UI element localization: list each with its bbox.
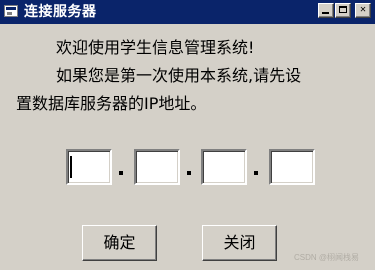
ip-octet-4-input[interactable] [269, 149, 315, 185]
window-title: 连接服务器 [24, 4, 97, 20]
connect-server-dialog: 连接服务器 ✕ 欢迎使用学生信息管理系统! 如果您是第一次使用本系统,请先设 置… [0, 0, 375, 270]
ip-octet-3-input[interactable] [201, 149, 247, 185]
ip-octet-2-input[interactable] [134, 149, 180, 185]
close-window-button[interactable]: ✕ [355, 3, 371, 18]
instruction-line-1: 如果您是第一次使用本系统,请先设 [56, 66, 302, 85]
ip-separator-dot [187, 171, 191, 175]
close-icon: ✕ [359, 4, 367, 15]
ip-separator-dot [119, 171, 123, 175]
ip-octet-1-input[interactable] [66, 149, 112, 185]
minimize-button[interactable] [318, 3, 334, 18]
text-caret [70, 156, 72, 178]
ok-button[interactable]: 确定 [82, 225, 157, 261]
instruction-line-2: 置数据库服务器的IP地址。 [16, 94, 207, 113]
welcome-message: 欢迎使用学生信息管理系统! [56, 38, 255, 57]
title-bar[interactable]: 连接服务器 ✕ [0, 0, 375, 24]
minimize-icon [322, 12, 329, 14]
ip-separator-dot [254, 171, 258, 175]
window-icon [4, 5, 18, 17]
maximize-icon [339, 6, 347, 13]
close-button[interactable]: 关闭 [202, 225, 277, 261]
maximize-button[interactable] [335, 3, 351, 18]
watermark: CSDN @栩闻栈易 [294, 253, 360, 262]
